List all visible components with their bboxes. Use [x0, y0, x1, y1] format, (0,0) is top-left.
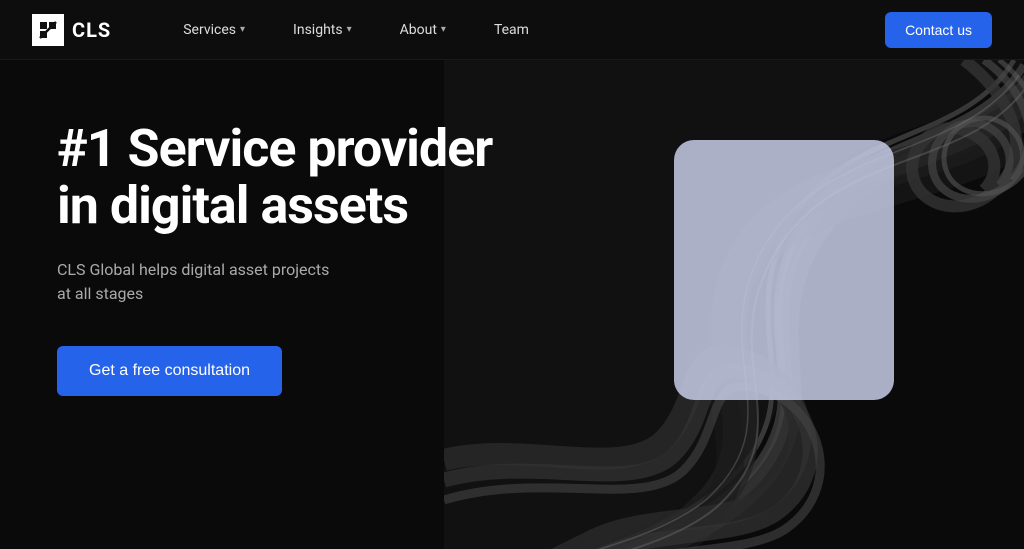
nav-insights-label: Insights	[293, 22, 343, 38]
nav-item-insights[interactable]: Insights ▾	[269, 0, 376, 60]
hero-headline-line2: in digital assets	[57, 175, 408, 236]
nav-about-label: About	[400, 22, 437, 38]
contact-button[interactable]: Contact us	[885, 12, 992, 48]
nav-item-about[interactable]: About ▾	[376, 0, 470, 60]
floating-card	[674, 140, 894, 400]
hero-subtext: CLS Global helps digital asset projects …	[57, 258, 337, 306]
hero-headline: #1 Service provider in digital assets	[57, 120, 492, 234]
hero-headline-line1: #1 Service provider	[57, 118, 492, 179]
hero-section: #1 Service provider in digital assets CL…	[0, 60, 1024, 549]
hero-content: #1 Service provider in digital assets CL…	[57, 120, 492, 396]
logo-text: CLS	[72, 18, 111, 42]
nav-team-label: Team	[494, 22, 529, 38]
nav-right: Contact us	[885, 12, 992, 48]
chevron-down-icon: ▾	[240, 24, 245, 35]
chevron-down-icon: ▾	[441, 24, 446, 35]
logo-icon	[32, 14, 64, 46]
nav-links: Services ▾ Insights ▾ About ▾ Team	[159, 0, 885, 60]
navbar: CLS Services ▾ Insights ▾ About ▾ Team C…	[0, 0, 1024, 60]
nav-item-services[interactable]: Services ▾	[159, 0, 269, 60]
cta-button[interactable]: Get a free consultation	[57, 346, 282, 396]
logo[interactable]: CLS	[32, 14, 111, 46]
nav-services-label: Services	[183, 22, 236, 38]
nav-item-team[interactable]: Team	[470, 0, 553, 60]
chevron-down-icon: ▾	[347, 24, 352, 35]
